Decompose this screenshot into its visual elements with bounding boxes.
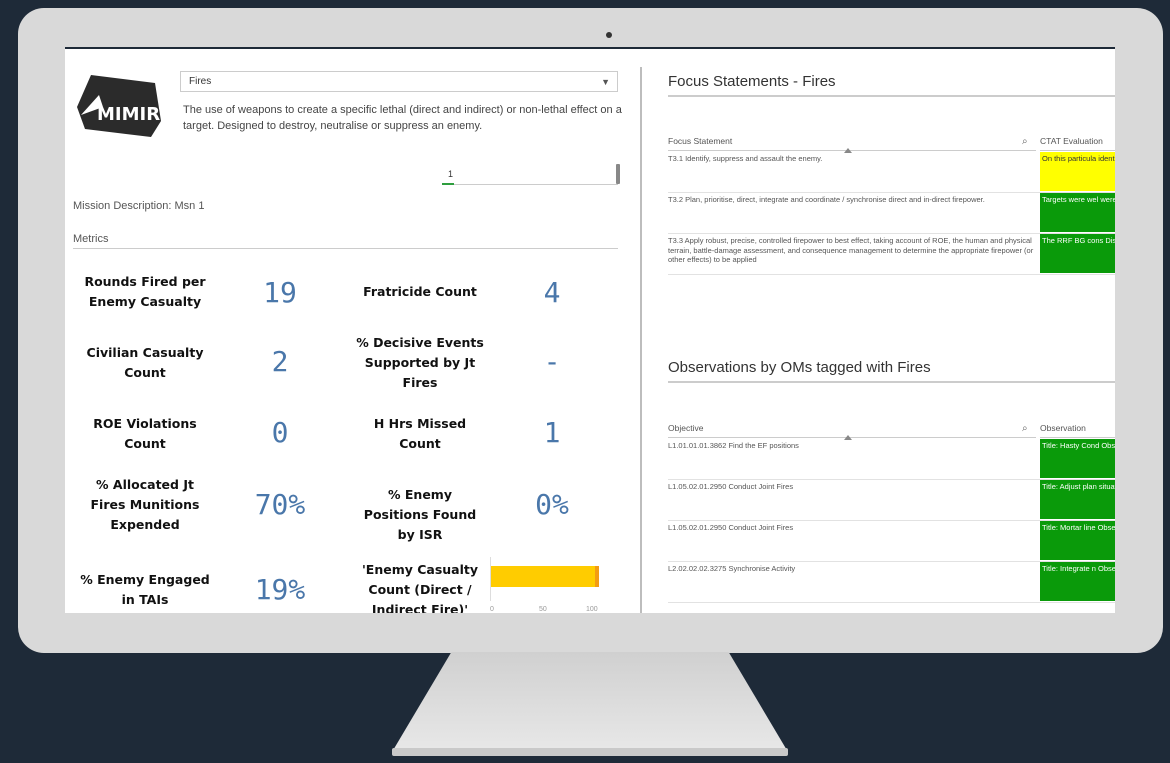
evaluation-cell: On this particula identify and supp a co… (1040, 152, 1115, 191)
table-row[interactable]: T3.1 Identify, suppress and assault the … (668, 152, 1115, 193)
search-icon[interactable]: ⌕ (1022, 423, 1028, 434)
observation-cell: Title: Adjust plan situation. Observatio… (1040, 480, 1115, 519)
mission-slider[interactable]: 1 (442, 164, 620, 185)
table-row[interactable]: T3.2 Plan, prioritise, direct, integrate… (668, 193, 1115, 234)
panel-divider (640, 67, 642, 613)
table-row[interactable]: L2.02.02.02.3275 Synchronise Activity Ti… (668, 562, 1115, 603)
enemy-engaged-label: % Enemy Engaged in TAIs (80, 572, 210, 607)
header-label: Objective (668, 423, 704, 433)
evaluation-cell: Targets were wel were planned in a coord… (1040, 193, 1115, 232)
rounds-fired-label: Rounds Fired per Enemy Casualty (84, 274, 206, 309)
h-hrs-missed-value: 1 (543, 416, 561, 449)
slider-value: 1 (448, 169, 454, 179)
table-row[interactable]: L1.05.02.01.2950 Conduct Joint Fires Tit… (668, 480, 1115, 521)
title-divider (668, 95, 1115, 97)
civilian-casualty-label: Civilian Casualty Count (86, 345, 204, 380)
logo-text: MIMIR (97, 104, 160, 125)
civilian-casualty-value: 2 (271, 345, 289, 378)
table-row[interactable]: L1.05.02.01.2950 Conduct Joint Fires Tit… (668, 521, 1115, 562)
tick-label: 50 (539, 606, 547, 613)
bar-indirect-fire (594, 566, 599, 587)
title-divider (668, 381, 1115, 383)
header-label: Observation (1040, 423, 1086, 433)
allocated-munitions-value: 70% (254, 488, 306, 521)
column-header-ctat-evaluation[interactable]: CTAT Evaluation (1040, 136, 1115, 151)
slider-handle[interactable] (616, 164, 620, 184)
roe-violations-value: 0 (271, 416, 289, 449)
rounds-fired-value: 19 (263, 276, 297, 309)
focus-statements-table: Focus Statement ⌕ CTAT Evaluation T3.1 I… (668, 136, 1115, 276)
monitor-stand (392, 652, 788, 752)
enemy-positions-value: 0% (535, 488, 569, 521)
roe-violations-label: ROE Violations Count (93, 416, 197, 451)
dashboard-screen: MIMIR Fires ▼ The use of weapons to crea… (65, 47, 1115, 613)
observation-cell: Title: Mortar line Observation: BLU (1040, 521, 1115, 560)
allocated-munitions-label: % Allocated Jt Fires Munitions Expended (90, 477, 200, 532)
mimir-logo: MIMIR (73, 71, 165, 141)
camera-dot (606, 32, 612, 38)
bar-direct-fire (491, 566, 595, 587)
observations-table: Objective ⌕ Observation L1.01.01.01.3862… (668, 423, 1115, 603)
monitor-base (392, 748, 788, 756)
enemy-engaged-value: 19% (254, 573, 306, 606)
objective-cell: L1.05.02.01.2950 Conduct Joint Fires (668, 482, 794, 491)
chevron-down-icon[interactable]: ▼ (601, 77, 610, 87)
focus-statement-cell: T3.1 Identify, suppress and assault the … (668, 154, 823, 163)
slider-fill (442, 183, 454, 185)
column-header-objective[interactable]: Objective ⌕ (668, 423, 1036, 440)
objective-cell: L2.02.02.02.3275 Synchronise Activity (668, 564, 796, 573)
objective-cell: L1.01.01.01.3862 Find the EF positions (668, 441, 799, 450)
tick-label: 0 (490, 606, 494, 613)
metrics-divider (73, 248, 618, 249)
tick-label: 100 (586, 606, 598, 613)
observations-title: Observations by OMs tagged with Fires (668, 359, 931, 376)
header-label: CTAT Evaluation (1040, 136, 1103, 146)
decisive-events-label: % Decisive Events Supported by Jt Fires (356, 335, 484, 390)
decisive-events-value: - (543, 345, 561, 378)
focus-statements-title: Focus Statements - Fires (668, 73, 836, 90)
enemy-casualty-bar-chart: 0 50 100 (490, 557, 612, 613)
fratricide-label: Fratricide Count (363, 284, 477, 299)
column-header-focus-statement[interactable]: Focus Statement ⌕ (668, 136, 1036, 153)
column-header-observation[interactable]: Observation (1040, 423, 1115, 438)
mission-description: Mission Description: Msn 1 (73, 200, 205, 212)
table-row[interactable]: T3.3 Apply robust, precise, controlled f… (668, 234, 1115, 275)
h-hrs-missed-label: H Hrs Missed Count (373, 416, 467, 451)
enemy-casualty-chart-label: 'Enemy Casualty Count (Direct / Indirect… (361, 562, 479, 613)
capability-dropdown[interactable]: Fires ▼ (180, 71, 618, 92)
focus-statement-cell: T3.3 Apply robust, precise, controlled f… (668, 236, 1034, 264)
header-label: Focus Statement (668, 136, 733, 146)
observation-cell: Title: Hasty Cond Observation: The time … (1040, 439, 1115, 478)
table-row[interactable]: L1.01.01.01.3862 Find the EF positions T… (668, 439, 1115, 480)
fratricide-value: 4 (543, 276, 561, 309)
observation-cell: Title: Integrate n Observation: The thei… (1040, 562, 1115, 601)
metrics-heading: Metrics (73, 233, 109, 245)
dropdown-value: Fires (189, 76, 212, 87)
search-icon[interactable]: ⌕ (1022, 136, 1028, 147)
enemy-positions-label: % Enemy Positions Found by ISR (363, 487, 477, 542)
focus-statement-cell: T3.2 Plan, prioritise, direct, integrate… (668, 195, 985, 204)
objective-cell: L1.05.02.01.2950 Conduct Joint Fires (668, 523, 794, 532)
evaluation-cell: The RRF BG cons Discovering the r by civ… (1040, 234, 1115, 273)
capability-description: The use of weapons to create a specific … (183, 104, 622, 132)
